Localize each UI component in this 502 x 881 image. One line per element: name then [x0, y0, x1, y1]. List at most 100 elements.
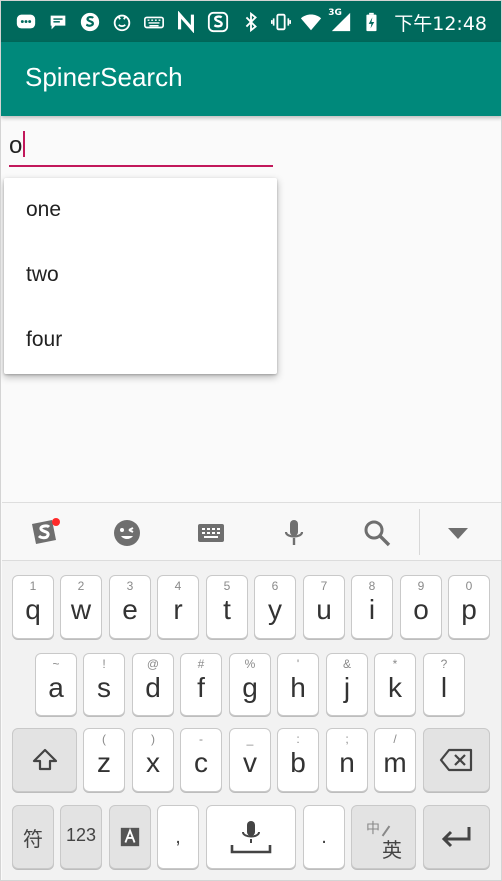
key-f[interactable]: # f: [180, 653, 222, 716]
key-hint: /: [393, 732, 397, 746]
key-j[interactable]: & j: [326, 653, 368, 716]
sogou-input-icon: [207, 11, 229, 33]
enter-icon: [441, 827, 470, 848]
key-n[interactable]: ; n: [326, 728, 368, 792]
language-english-label: 英: [382, 838, 402, 862]
key-letter: w: [70, 594, 92, 625]
key-a[interactable]: ~ a: [35, 653, 77, 716]
app-title: SpinerSearch: [25, 62, 183, 92]
key-hint: %: [244, 657, 256, 671]
key-g[interactable]: % g: [229, 653, 271, 716]
key-letter: g: [242, 672, 258, 703]
key-c[interactable]: -c: [180, 728, 222, 792]
key-hint: !: [102, 657, 106, 671]
key-b[interactable]: :b: [277, 728, 319, 792]
shift-icon: [32, 748, 57, 771]
status-bar: 3G 下午12:48: [1, 1, 501, 42]
key-letter: u: [316, 594, 332, 625]
key-s[interactable]: ! s: [83, 653, 125, 716]
key-v[interactable]: _ v: [229, 728, 271, 792]
key-u[interactable]: 7u: [303, 575, 345, 639]
period-key[interactable]: .: [303, 805, 345, 869]
toolbar-divider: [419, 509, 420, 555]
key-r[interactable]: 4r: [157, 575, 199, 639]
bluetooth-icon: [240, 11, 262, 33]
key-i[interactable]: 8i: [351, 575, 393, 639]
key-m[interactable]: / m: [374, 728, 416, 792]
key-letter: a: [48, 672, 64, 703]
keyboard-layout-icon[interactable]: [193, 515, 229, 551]
key-hint: 3: [126, 579, 134, 593]
key-hint: (: [102, 732, 106, 746]
key-letter: l: [440, 672, 448, 703]
input-mode-key[interactable]: [109, 805, 151, 869]
key-hint: 4: [174, 579, 182, 593]
message-icon: [47, 11, 69, 33]
search-input-value: o: [9, 132, 23, 159]
dropdown-item-four[interactable]: four: [4, 308, 277, 373]
key-letter: d: [145, 672, 161, 703]
status-time: 下午12:48: [394, 12, 487, 35]
key-e[interactable]: 3e: [109, 575, 151, 639]
dropdown-item-two[interactable]: two: [4, 243, 277, 308]
key-y[interactable]: 6y: [254, 575, 296, 639]
key-hint: *: [392, 657, 398, 671]
emoji-icon[interactable]: [109, 515, 145, 551]
key-t[interactable]: 5t: [206, 575, 248, 639]
key-p[interactable]: 0p: [448, 575, 490, 639]
sogou-logo-icon[interactable]: [26, 515, 62, 551]
search-icon[interactable]: [359, 515, 395, 551]
key-letter: h: [290, 672, 306, 703]
key-letter: c: [194, 747, 208, 778]
wifi-icon: [300, 11, 322, 33]
key-label: 123: [65, 825, 97, 845]
key-d[interactable]: @ d: [132, 653, 174, 716]
chat-icon: [15, 11, 37, 33]
key-label: .: [321, 826, 327, 848]
key-hint: #: [197, 657, 205, 671]
key-z[interactable]: (z: [83, 728, 125, 792]
key-letter: n: [339, 747, 355, 778]
key-letter: z: [97, 747, 111, 778]
key-hint: :: [296, 732, 300, 746]
key-letter: s: [97, 672, 111, 703]
search-input[interactable]: o: [9, 125, 273, 167]
key-hint: &: [342, 657, 351, 671]
symbols-key[interactable]: 符: [12, 805, 54, 869]
key-letter: j: [343, 672, 351, 703]
collapse-icon[interactable]: [440, 515, 476, 551]
key-letter: o: [413, 594, 429, 625]
key-o[interactable]: 9o: [400, 575, 442, 639]
key-x[interactable]: ) x: [132, 728, 174, 792]
key-letter: i: [368, 594, 376, 625]
key-hint: 6: [271, 579, 279, 593]
signal-icon: 3G: [328, 8, 352, 33]
key-hint: ): [151, 732, 155, 746]
shift-key[interactable]: [12, 728, 77, 792]
language-switch-key[interactable]: 中 英: [351, 805, 416, 869]
backspace-key[interactable]: [423, 728, 490, 792]
key-h[interactable]: ' h: [277, 653, 319, 716]
key-letter: p: [461, 594, 477, 625]
key-q[interactable]: 1q: [12, 575, 54, 639]
key-label: 符: [23, 829, 43, 851]
language-chinese-label: 中: [366, 821, 380, 837]
comma-key[interactable]: ,: [157, 805, 199, 869]
microphone-icon[interactable]: [276, 515, 312, 551]
key-letter: t: [223, 594, 231, 625]
key-letter: f: [197, 672, 205, 703]
phone-screen: 3G 下午12:48 SpinerSearch o one two four 1…: [0, 0, 502, 881]
key-k[interactable]: * k: [374, 653, 416, 716]
key-l[interactable]: ? l: [423, 653, 465, 716]
enter-key[interactable]: [423, 805, 490, 869]
key-hint: 0: [465, 579, 473, 593]
dropdown-item-one[interactable]: one: [4, 178, 277, 243]
keyboard-icon: [143, 11, 165, 33]
dropdown-item-label: four: [26, 328, 63, 351]
key-hint: 9: [417, 579, 425, 593]
numbers-key[interactable]: 123: [60, 805, 102, 869]
space-key[interactable]: [206, 805, 296, 869]
key-w[interactable]: 2w: [60, 575, 102, 639]
key-letter: m: [383, 747, 407, 778]
key-letter: q: [25, 594, 41, 625]
